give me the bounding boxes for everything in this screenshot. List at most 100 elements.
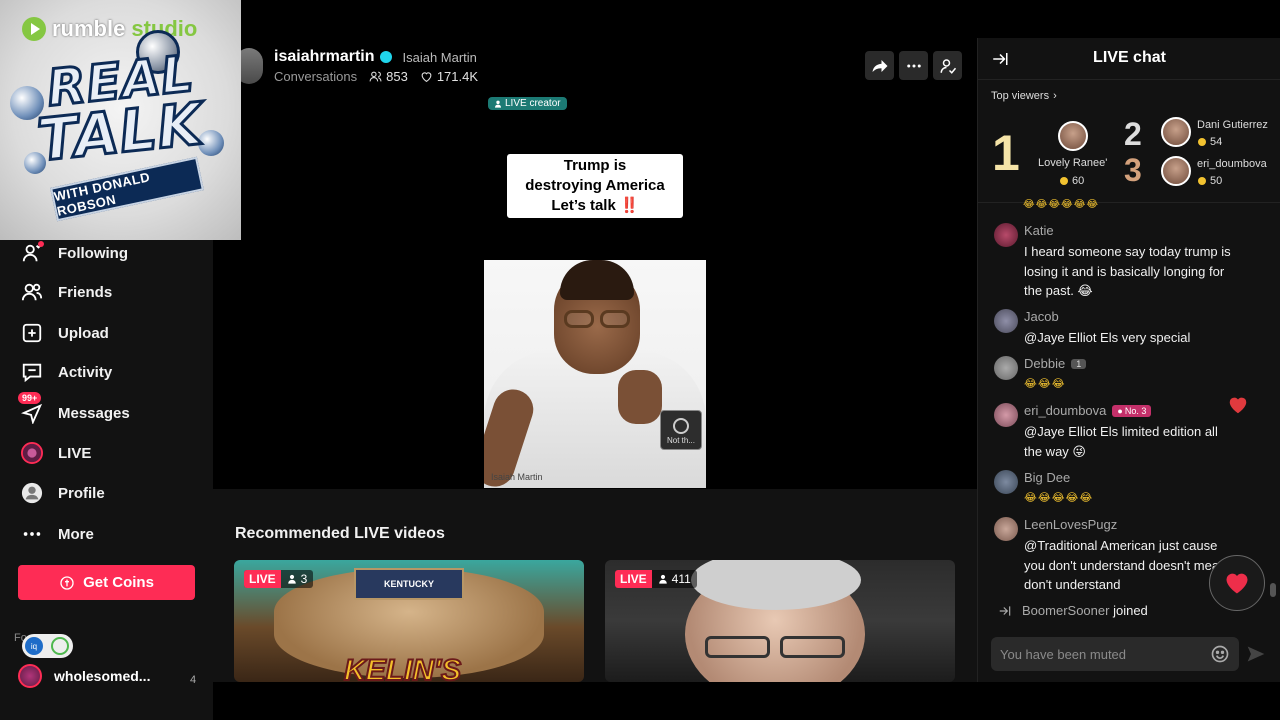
chat-scrollbar[interactable] xyxy=(1270,583,1276,597)
chat-header: LIVE chat xyxy=(978,38,1280,80)
sidebar-item-upload[interactable]: Upload xyxy=(20,321,109,345)
overlay-text-line: Let’s talk xyxy=(551,197,616,214)
sidebar-item-label: Friends xyxy=(58,283,113,301)
friends-icon xyxy=(20,280,44,304)
top-viewer-name: Dani Gutierrez xyxy=(1197,119,1268,131)
sidebar-item-more[interactable]: More xyxy=(20,522,94,546)
floating-heart-icon xyxy=(1229,397,1247,414)
chat-text: @Traditional American just cause you don… xyxy=(1024,538,1234,592)
sidebar-item-live[interactable]: LIVE xyxy=(20,441,91,465)
live-video[interactable]: Not th... Isaiah Martin xyxy=(484,260,706,488)
send-like-button[interactable] xyxy=(1209,555,1265,611)
like-count: 171.4K xyxy=(420,69,478,84)
rank-3: 3 xyxy=(1124,152,1142,188)
chat-text: I heard someone say today trump is losin… xyxy=(1024,244,1231,298)
sidebar-item-profile[interactable]: Profile xyxy=(20,481,105,505)
join-notice: BoomerSooner joined xyxy=(998,603,1148,618)
avatar xyxy=(994,223,1018,247)
share-icon xyxy=(872,59,887,72)
rank-badge-icon: ● xyxy=(1117,405,1123,416)
person-icon xyxy=(287,574,296,584)
sidebar-item-messages[interactable]: 99+ Messages xyxy=(18,392,130,425)
followed-account[interactable]: wholesomed... xyxy=(18,664,150,688)
level-badge: 1 xyxy=(1071,358,1087,369)
partial-message-emojis: 😂😂😂😂😂😂 xyxy=(1023,199,1100,210)
chat-input[interactable] xyxy=(1000,646,1210,662)
chat-input-box xyxy=(991,637,1239,671)
top-viewers-label: Top viewers xyxy=(991,90,1050,102)
top-viewer-coins: 54 xyxy=(1198,136,1222,148)
rumble-wordmark: rumble xyxy=(52,16,126,41)
avatar[interactable] xyxy=(1161,156,1191,186)
share-button[interactable] xyxy=(865,51,894,80)
get-coins-button[interactable]: Get Coins xyxy=(18,565,195,600)
sidebar-item-label: Profile xyxy=(58,484,105,502)
guest-tile[interactable]: Not th... xyxy=(660,410,702,450)
recommended-card[interactable]: LIVE 411 xyxy=(605,560,955,682)
joined-username: BoomerSooner xyxy=(1022,603,1110,618)
sidebar-item-label: Following xyxy=(58,244,128,262)
guest-tile-label: Not th... xyxy=(666,435,695,445)
creator-handle: isaiahrmartin xyxy=(274,48,375,65)
sidebar-item-label: More xyxy=(58,525,94,543)
sidebar-item-label: Activity xyxy=(58,363,113,381)
coin-icon xyxy=(1060,177,1068,185)
more-options-button[interactable] xyxy=(899,51,928,80)
follow-creator-button[interactable] xyxy=(933,51,962,80)
sidebar-item-friends[interactable]: Friends xyxy=(20,280,112,304)
person-check-icon xyxy=(940,58,956,74)
top-viewer-name: Lovely Ranee' xyxy=(1038,157,1108,169)
activity-icon xyxy=(20,360,44,384)
join-arrow-icon xyxy=(999,605,1011,616)
real-talk-logo: rumble studio REAL TALK WITH DONALD ROBS… xyxy=(0,0,241,240)
sidebar-item-following[interactable]: Following xyxy=(20,241,128,265)
creator-header[interactable]: isaiahrmartin Isaiah Martin xyxy=(274,48,477,66)
live-icon xyxy=(20,441,44,465)
chat-text: 😂😂😂 xyxy=(1024,378,1066,390)
toggle-right-icon xyxy=(51,637,69,655)
avatar xyxy=(994,309,1018,333)
chat-username: LeenLovesPugz xyxy=(1024,517,1118,532)
stream-category[interactable]: Conversations xyxy=(274,69,357,84)
chat-username: Jacob xyxy=(1024,309,1059,324)
send-icon[interactable] xyxy=(1246,644,1266,664)
avatar[interactable] xyxy=(1161,117,1191,147)
chat-title: LIVE chat xyxy=(1093,49,1166,66)
live-tag: LIVE 411 xyxy=(615,570,697,588)
viewer-count-value: 3 xyxy=(300,572,308,586)
emoji-icon[interactable] xyxy=(1210,644,1230,664)
stream-overlay-text: Trump is destroying America Let’s talk ‼… xyxy=(507,154,683,218)
profile-icon xyxy=(20,481,44,505)
hat-band: KENTUCKY xyxy=(354,568,464,600)
live-label: LIVE xyxy=(615,570,652,588)
following-icon xyxy=(20,241,44,265)
avatar[interactable] xyxy=(1058,121,1088,151)
avatar xyxy=(994,517,1018,541)
avatar xyxy=(18,664,42,688)
recommended-card[interactable]: KENTUCKY KELIN'S LIVE 3 xyxy=(234,560,584,682)
coin-icon xyxy=(1198,177,1206,185)
followed-account-name: wholesomed... xyxy=(54,668,151,684)
card-art-text: KELIN'S xyxy=(343,653,462,682)
sidebar-item-label: Messages xyxy=(58,404,130,422)
viewers-icon xyxy=(369,71,382,82)
viewer-count-value: 411 xyxy=(671,572,691,586)
person-icon xyxy=(495,100,501,108)
live-stream-panel: isaiahrmartin Isaiah Martin Conversation… xyxy=(213,38,977,682)
coin-icon xyxy=(60,575,74,590)
chat-text: @Jaye Elliot Els limited edition all the… xyxy=(1024,424,1218,459)
mode-toggle[interactable]: iq xyxy=(22,634,73,658)
top-viewer-name: eri_doumbova xyxy=(1197,158,1267,170)
live-label: LIVE xyxy=(244,570,281,588)
top-viewer-coins: 60 xyxy=(1060,175,1084,187)
overlay-text-line: destroying America xyxy=(525,177,665,194)
chat-username: eri_doumbova ● No. 3 xyxy=(1024,403,1152,418)
recommended-section: Recommended LIVE videos KENTUCKY KELIN'S… xyxy=(213,489,977,682)
top-viewers-link[interactable]: Top viewers › xyxy=(991,90,1057,102)
live-tag: LIVE 3 xyxy=(244,570,314,588)
top-viewer-coins: 50 xyxy=(1198,175,1222,187)
sidebar-item-activity[interactable]: Activity xyxy=(20,360,112,384)
sidebar-item-label: Upload xyxy=(58,324,109,342)
live-chat-panel: LIVE chat Top viewers › 1 Lovely Ranee' … xyxy=(977,38,1280,682)
heart-icon xyxy=(1226,573,1248,594)
